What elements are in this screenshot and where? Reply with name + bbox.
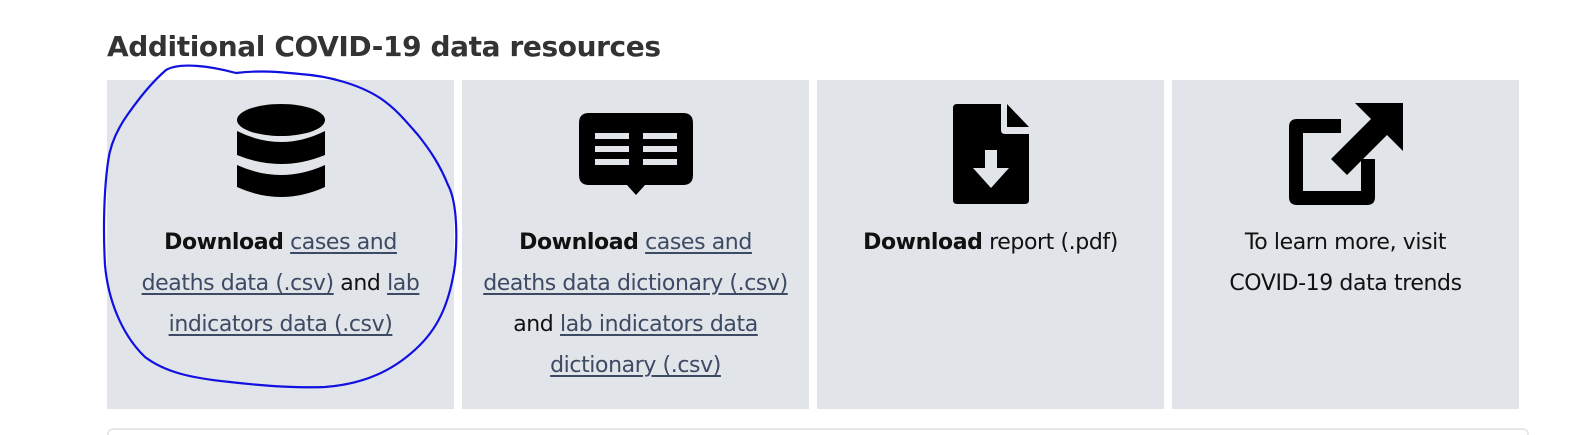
joiner-text: and — [340, 271, 381, 296]
card-report-pdf: Download report (.pdf) — [817, 80, 1164, 409]
card-text: Download cases and deaths data (.csv) an… — [125, 222, 436, 345]
data-resources-section: Additional COVID-19 data resources Downl… — [107, 0, 1529, 435]
external-link-icon — [1284, 102, 1408, 206]
card-cases-deaths-data: Download cases and deaths data (.csv) an… — [107, 80, 454, 409]
file-download-icon — [929, 102, 1053, 206]
download-label: Download — [519, 230, 639, 255]
card-data-dictionary: Download cases and deaths data dictionar… — [462, 80, 809, 409]
open-book-icon — [574, 102, 698, 206]
report-pdf-text[interactable]: report (.pdf) — [989, 230, 1118, 255]
joiner-text: and — [513, 312, 554, 337]
learn-more-text: To learn more, visit — [1244, 230, 1447, 255]
database-icon — [219, 102, 343, 206]
card-data-trends: To learn more, visit COVID-19 data trend… — [1172, 80, 1519, 409]
resource-cards: Download cases and deaths data (.csv) an… — [107, 80, 1529, 409]
data-trends-text[interactable]: COVID-19 data trends — [1229, 271, 1462, 296]
section-title: Additional COVID-19 data resources — [107, 30, 661, 63]
card-text: Download cases and deaths data dictionar… — [480, 222, 791, 386]
card-text: To learn more, visit COVID-19 data trend… — [1190, 222, 1501, 304]
lab-indicators-dictionary-link[interactable]: lab indicators data dictionary (.csv) — [550, 312, 758, 378]
card-text: Download report (.pdf) — [835, 222, 1146, 263]
download-label: Download — [863, 230, 983, 255]
download-label: Download — [164, 230, 284, 255]
next-section-border — [107, 428, 1529, 435]
